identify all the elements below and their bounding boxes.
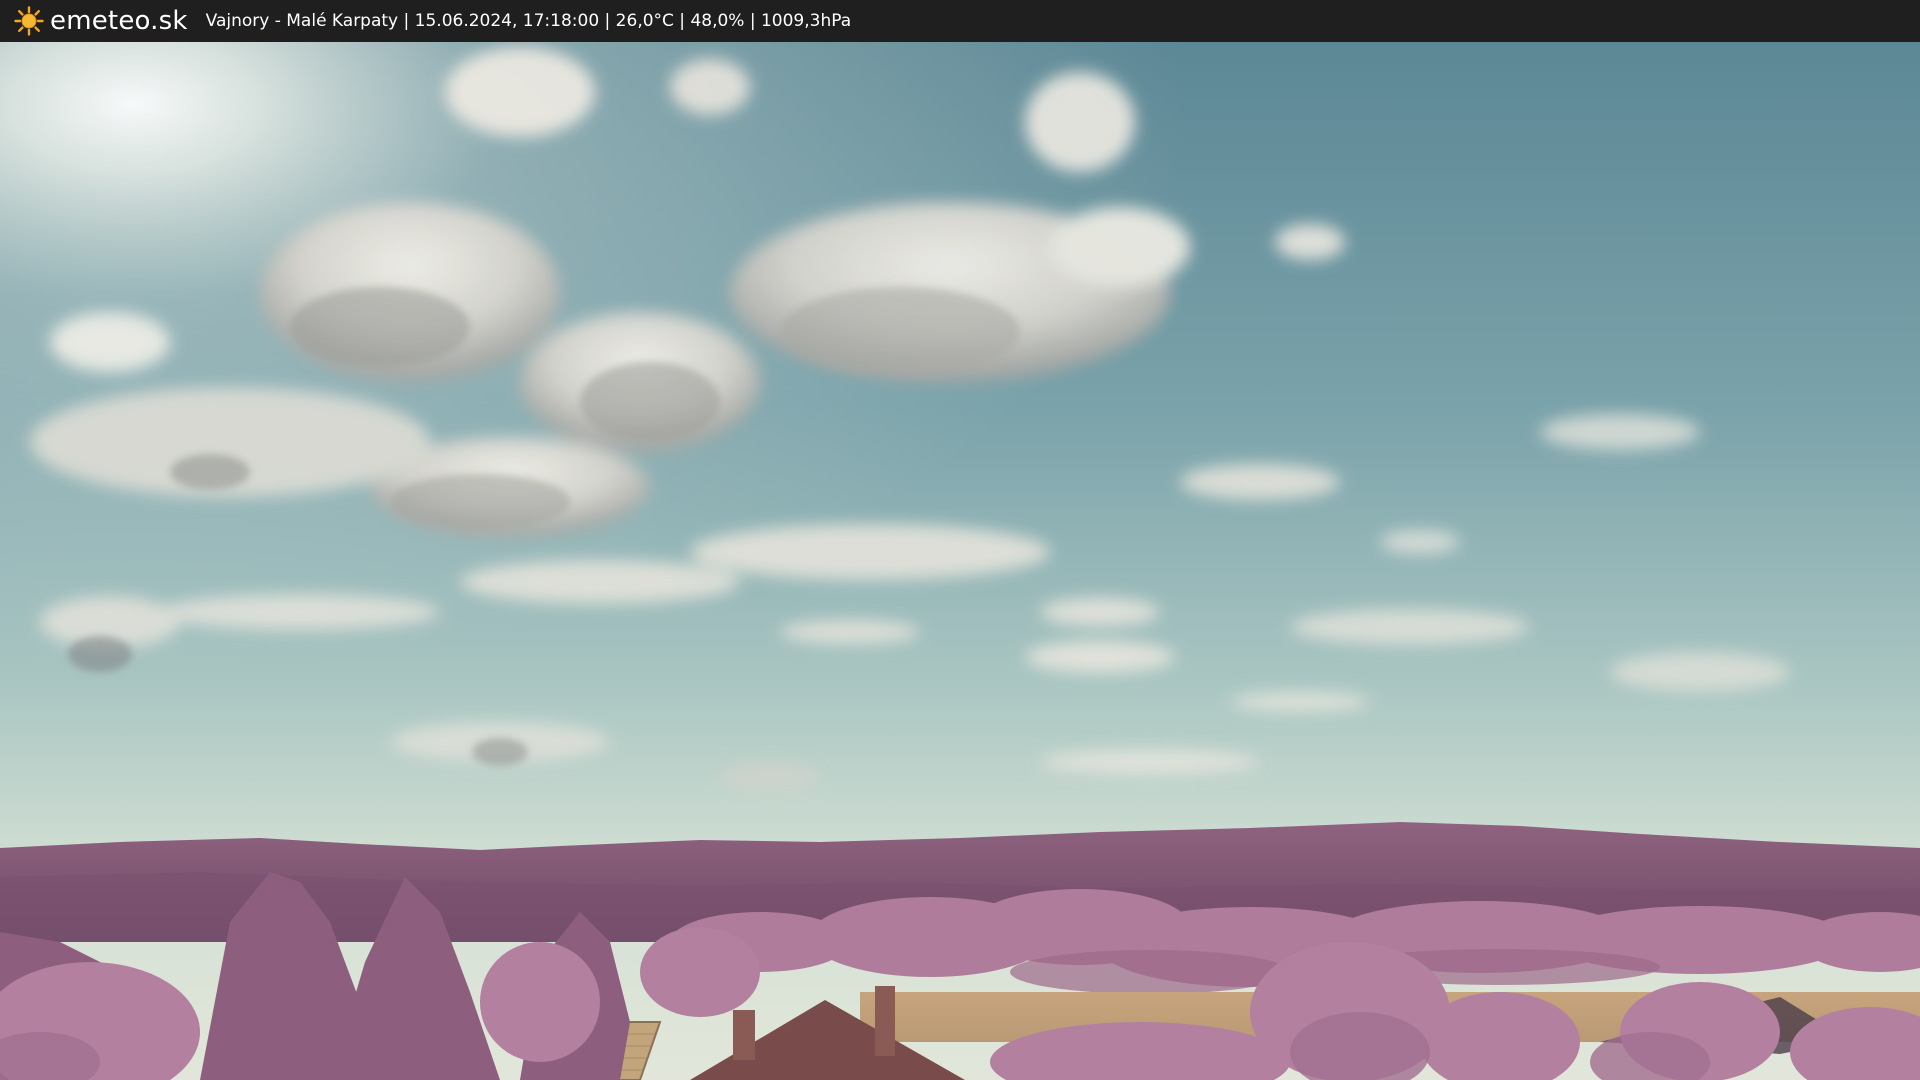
station-readout: Vajnory - Malé Karpaty | 15.06.2024, 17:… (205, 11, 852, 31)
caption-bar: emeteo.sk Vajnory - Malé Karpaty | 15.06… (0, 0, 1920, 42)
webcam-page: emeteo.sk Vajnory - Malé Karpaty | 15.06… (0, 0, 1920, 1080)
brand-name[interactable]: emeteo.sk (50, 0, 188, 42)
sun-icon (14, 6, 44, 36)
webcam-image (0, 42, 1920, 1080)
